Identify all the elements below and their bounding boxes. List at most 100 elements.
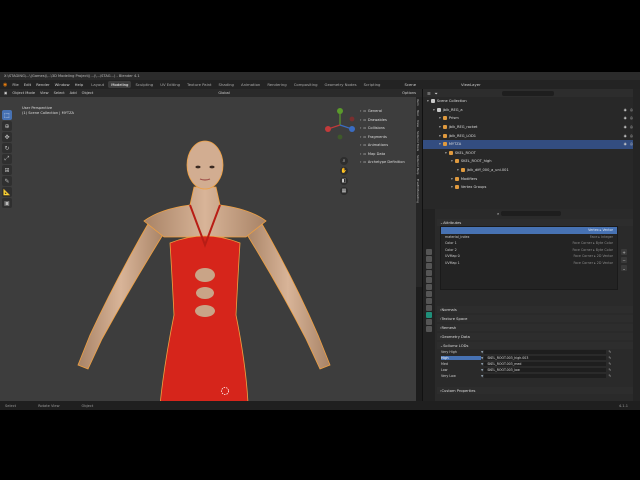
tab-uv-editing[interactable]: UV Editing [157, 81, 183, 88]
tab-item[interactable]: Item [416, 97, 420, 108]
disclosure-triangle-icon[interactable]: ▾ [439, 116, 441, 120]
outliner-row[interactable]: ▾ jblk_REG_rocket ◉ ◎ [423, 123, 640, 132]
outliner-row[interactable]: ▾ MYTZA ◉ ◎ [423, 139, 640, 149]
constraint-props-icon[interactable] [426, 305, 432, 311]
tool-props-icon[interactable] [426, 249, 432, 255]
tab-fivem-modelling[interactable]: FiveM Modelling [416, 177, 420, 205]
menu-select[interactable]: Select [54, 91, 65, 95]
annotate-icon[interactable]: ✎ [2, 176, 12, 186]
search-icon[interactable]: ⌕ [497, 211, 499, 216]
props-search-input[interactable] [501, 210, 562, 216]
menu-edit[interactable]: Edit [24, 82, 31, 87]
outliner-search-input[interactable] [501, 90, 554, 96]
move-icon[interactable]: ✥ [2, 132, 12, 142]
lod-mesh-field[interactable] [484, 373, 607, 379]
tab-modeling[interactable]: Modeling [108, 81, 132, 88]
disclosure-triangle-icon[interactable]: ▾ [439, 125, 441, 129]
rotate-icon[interactable]: ↻ [2, 143, 12, 153]
tab-sculpting[interactable]: Sculpting [132, 81, 156, 88]
mode-dropdown[interactable]: Object Mode [12, 91, 35, 95]
options-button[interactable]: Options [402, 91, 416, 95]
lod-mesh-field[interactable]: SKEL_ROOT.003_med [484, 361, 607, 367]
npanel-animations[interactable]: › ▫ Animations [354, 141, 416, 150]
mesh-data-props-icon[interactable] [426, 312, 432, 318]
custom-properties-section-header[interactable]: › Custom Properties [437, 387, 640, 394]
disclosure-triangle-icon[interactable]: ▾ [451, 177, 453, 181]
disclosure-triangle-icon[interactable]: ▾ [439, 134, 441, 138]
disclosure-triangle-icon[interactable]: ▾ [433, 108, 435, 112]
disclosure-triangle-icon[interactable]: ▾ [439, 142, 441, 146]
render-props-icon[interactable] [426, 256, 432, 262]
texture-space-section-header[interactable]: › Texture Space [437, 315, 640, 322]
eyedropper-icon[interactable]: ✎ [608, 362, 611, 366]
tab-layout[interactable]: Layout [88, 81, 107, 88]
modifier-props-icon[interactable] [426, 291, 432, 297]
tab-view[interactable]: View [416, 118, 420, 129]
scene-selector[interactable]: Scene [404, 82, 416, 87]
lod-row[interactable]: Very Low ▼ ✎ [437, 373, 640, 379]
attribute-row[interactable]: UVMap 1 Face Corner ▸ 2D Vector [441, 260, 617, 267]
menu-view[interactable]: View [40, 91, 49, 95]
disclosure-triangle-icon[interactable]: ▾ [427, 99, 429, 103]
add-cube-icon[interactable]: ▣ [2, 198, 12, 208]
character-model[interactable] [60, 125, 350, 401]
tab-sollumz-tools[interactable]: Sollumz Tools [416, 129, 420, 153]
tab-texture-paint[interactable]: Texture Paint [184, 81, 215, 88]
attributes-section-header[interactable]: ⌄ Attributes [437, 219, 640, 226]
npanel-general[interactable]: › ▫ General [354, 107, 416, 116]
menu-help[interactable]: Help [75, 82, 84, 87]
transform-icon[interactable]: ⊞ [2, 165, 12, 175]
outliner-row[interactable]: ▾ Prism ◉ ◎ [423, 114, 640, 123]
cursor-icon[interactable]: ⊕ [2, 121, 12, 131]
menu-add[interactable]: Add [70, 91, 77, 95]
orientation-dropdown[interactable]: Global [218, 91, 229, 95]
select-box-icon[interactable]: ⬚ [2, 110, 12, 120]
tab-sollumz-help[interactable]: Sollumz Help [416, 153, 420, 177]
disclosure-triangle-icon[interactable]: ▾ [445, 151, 447, 155]
editor-type-icon[interactable]: ▣ [4, 91, 7, 95]
eyedropper-icon[interactable]: ✎ [608, 350, 611, 354]
output-props-icon[interactable] [426, 263, 432, 269]
disclosure-triangle-icon[interactable]: ▾ [451, 159, 453, 163]
outliner-row[interactable]: ▾ jblk_REG_LOD1 ◉ ◎ [423, 131, 640, 140]
menu-window[interactable]: Window [55, 82, 70, 87]
outliner-row[interactable]: ▾ jblk_diff_000_a_uni.001 [423, 166, 640, 175]
npanel-map-data[interactable]: › ▫ Map Data [354, 150, 416, 159]
outliner-row[interactable]: ▾ Vertex Groups [423, 183, 640, 192]
outliner-row[interactable]: ▾ jblk_REG_a ◉ ◎ [423, 106, 640, 115]
eyedropper-icon[interactable]: ✎ [608, 368, 611, 372]
outliner-row[interactable]: ▾ SKEL_ROOT_high [423, 157, 640, 166]
lod-mesh-field[interactable]: SKEL_ROOT.003_low [484, 367, 607, 373]
tab-compositing[interactable]: Compositing [291, 81, 321, 88]
npanel-archetype-definition[interactable]: › ▫ Archetype Definition [354, 158, 416, 167]
outliner-type-icon[interactable]: ☰ [427, 91, 431, 96]
normals-section-header[interactable]: › Normals [437, 306, 640, 313]
remove-icon[interactable]: − [621, 257, 627, 263]
tab-scripting[interactable]: Scripting [361, 81, 384, 88]
eyedropper-icon[interactable]: ✎ [608, 356, 611, 360]
npanel-collisions[interactable]: › ▫ Collisions [354, 124, 416, 133]
lod-mesh-field[interactable]: SKEL_ROOT.003_high.003 [484, 355, 607, 361]
physics-props-icon[interactable] [426, 298, 432, 304]
geometry-data-section-header[interactable]: › Geometry Data [437, 333, 640, 340]
npanel-drawables[interactable]: › ▫ Drawables [354, 116, 416, 125]
tab-shading[interactable]: Shading [216, 81, 237, 88]
chevron-down-icon[interactable]: ⌄ [621, 265, 627, 271]
viewlayer-selector[interactable]: ViewLayer [461, 82, 481, 87]
filter-icon[interactable]: ⏷ [435, 91, 438, 96]
eyedropper-icon[interactable]: ✎ [608, 374, 611, 378]
material-props-icon[interactable] [426, 319, 432, 325]
texture-props-icon[interactable] [426, 326, 432, 332]
menu-render[interactable]: Render [36, 82, 50, 87]
add-icon[interactable]: + [621, 249, 627, 255]
outliner-row[interactable]: ▾ Scene Collection [423, 97, 640, 106]
3d-viewport[interactable]: User Perspective (1) Scene Collection | … [0, 97, 416, 401]
scale-icon[interactable]: ⤢ [2, 154, 12, 164]
outliner-row[interactable]: ▾ Modifiers [423, 174, 640, 183]
blender-logo-icon[interactable]: ◉ [3, 82, 7, 88]
outliner-row[interactable]: ▾ SKEL_ROOT [423, 149, 640, 158]
attributes-list[interactable]: Vertex ▸ Vector material_index Face ▸ Inte… [440, 226, 618, 290]
npanel-fragments[interactable]: › ▫ Fragments [354, 133, 416, 142]
disclosure-triangle-icon[interactable]: ▾ [457, 168, 459, 172]
tab-geometry-nodes[interactable]: Geometry Nodes [322, 81, 360, 88]
